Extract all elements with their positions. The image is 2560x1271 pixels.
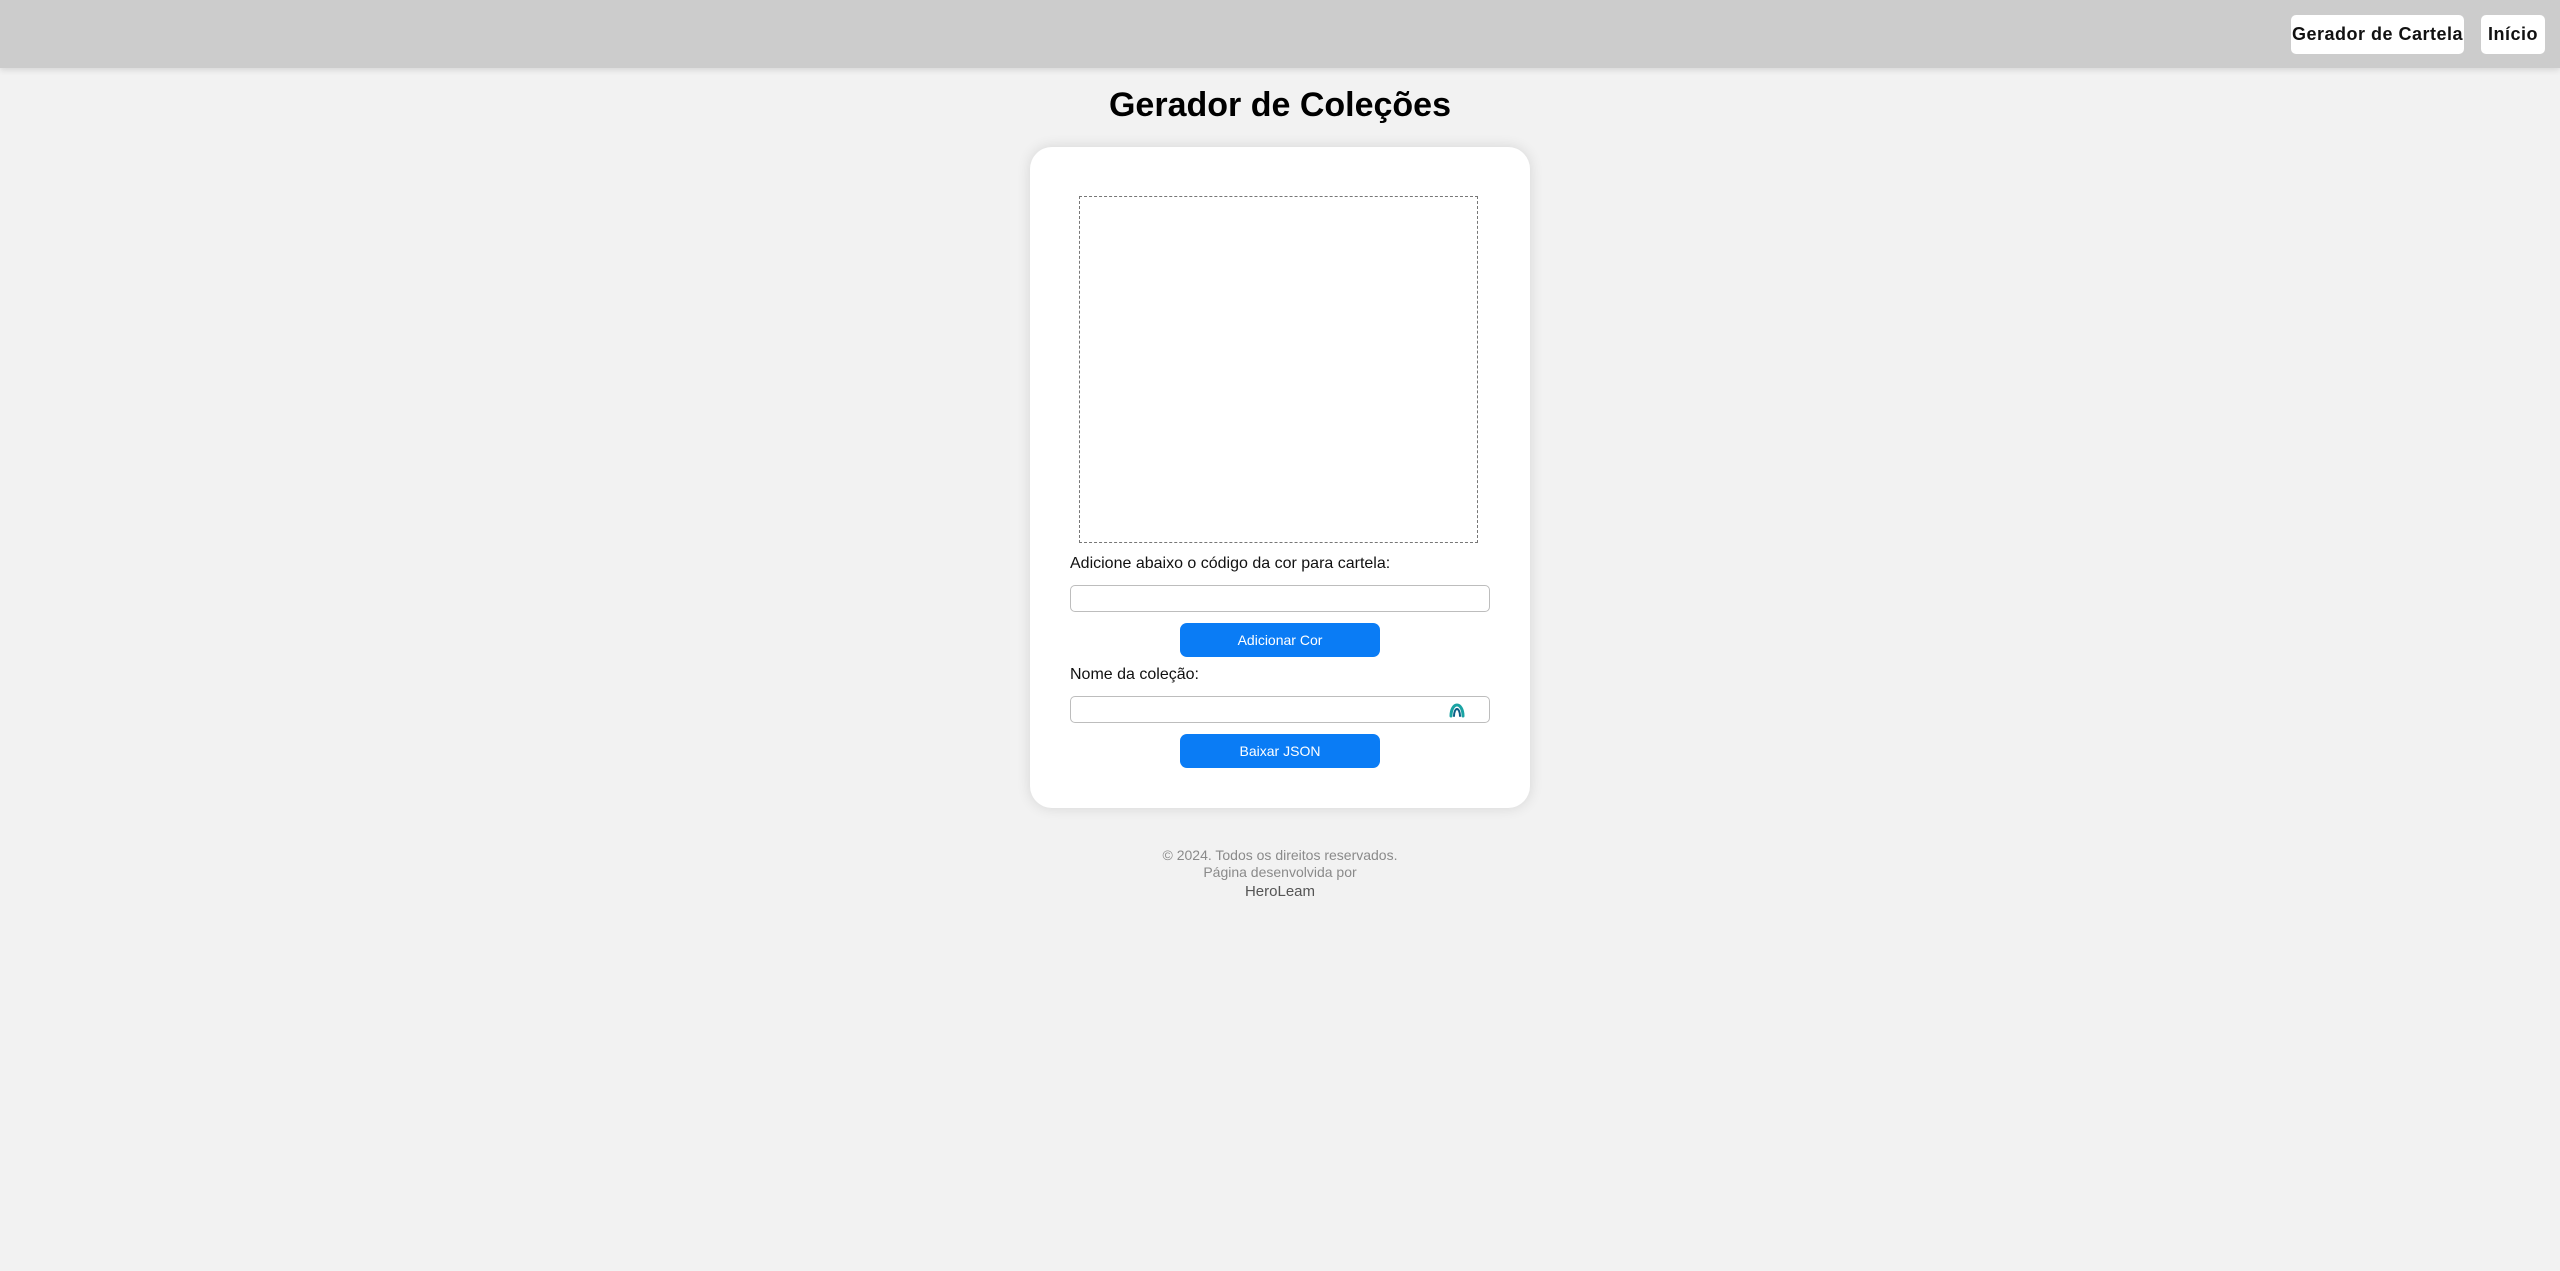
color-palette-preview <box>1079 196 1478 543</box>
developer-link[interactable]: HeroLeam <box>0 883 2560 900</box>
nav-inicio-button[interactable]: Início <box>2481 15 2545 54</box>
footer: © 2024. Todos os direitos reservados. Pá… <box>0 847 2560 900</box>
autofill-icon[interactable] <box>1449 702 1465 718</box>
copyright-text: © 2024. Todos os direitos reservados. <box>1162 847 1398 863</box>
developed-by-text: Página desenvolvida por <box>1203 864 1357 880</box>
download-json-button[interactable]: Baixar JSON <box>1180 734 1380 768</box>
top-navbar: Gerador de Cartela Início <box>0 0 2560 68</box>
collection-name-label: Nome da coleção: <box>1070 666 1199 683</box>
color-code-input[interactable] <box>1070 585 1490 612</box>
color-code-label: Adicione abaixo o código da cor para car… <box>1070 555 1391 572</box>
add-color-button[interactable]: Adicionar Cor <box>1180 623 1380 657</box>
nav-gerador-cartela-button[interactable]: Gerador de Cartela <box>2291 15 2464 54</box>
collection-name-input[interactable] <box>1070 696 1490 723</box>
collection-card: Adicione abaixo o código da cor para car… <box>1030 147 1530 808</box>
page-title: Gerador de Coleções <box>1108 86 1451 124</box>
